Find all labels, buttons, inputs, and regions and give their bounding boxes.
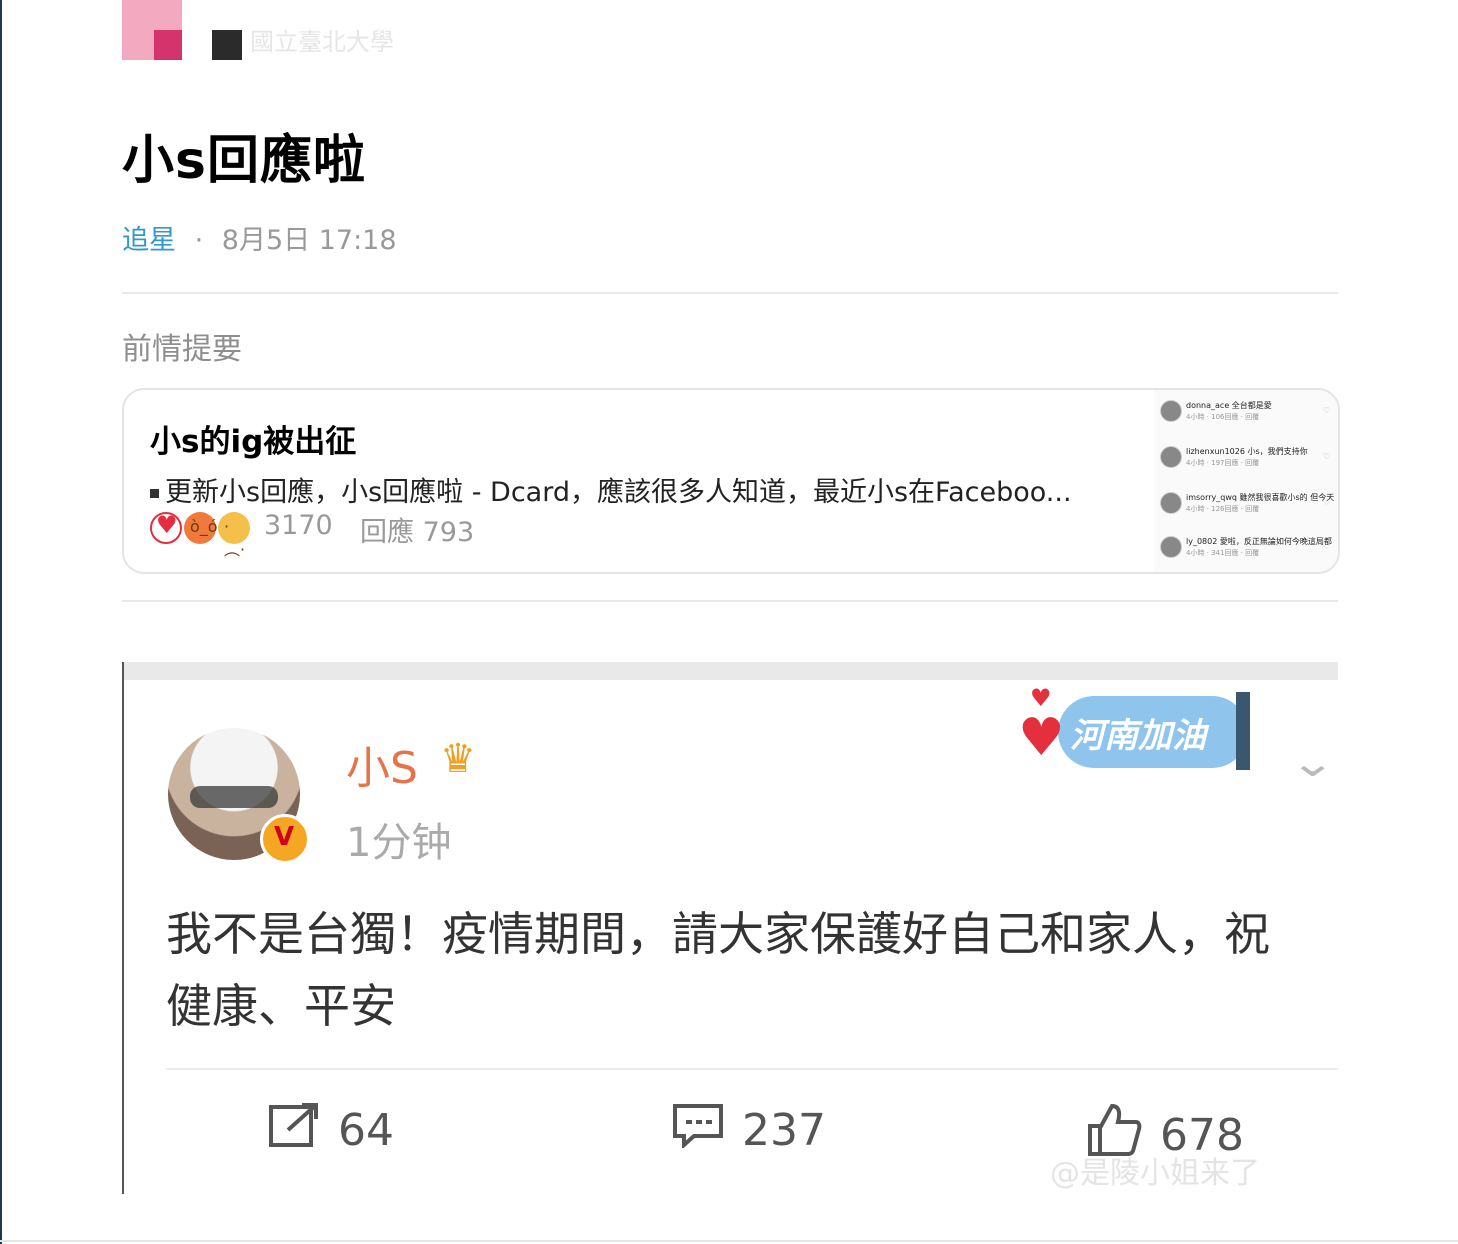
comment-user: ly_0802 愛啦，反正無論如何今晚這局都: [1186, 537, 1332, 546]
author-avatar[interactable]: [122, 0, 182, 60]
comment-action: 237: [672, 1102, 826, 1162]
linked-post-title: 小s的ig被出征: [150, 424, 357, 460]
thumbnail-comment: ly_0802 愛啦，反正無論如何今晚這局都 4小時 · 341回應 · 回覆 …: [1160, 534, 1332, 572]
heart-icon: ♡: [1322, 452, 1330, 461]
comment-user: lizhenxun1026 小s，我們支持你: [1186, 447, 1308, 456]
post-meta: 追星 · 8月5日 17:18: [122, 218, 397, 257]
screenshot-top-band: [122, 662, 1338, 680]
reply-count: 回應 793: [360, 517, 475, 548]
comment-meta: 4小時 · 197回應 · 回覆: [1186, 459, 1260, 467]
bullet-icon: [150, 489, 159, 498]
avatar-accent: [154, 30, 182, 60]
linked-post-excerpt: 更新小s回應，小s回應啦 - Dcard，應該很多人知道，最近小s在Facebo…: [150, 470, 1130, 509]
forum-link[interactable]: 追星: [122, 225, 176, 256]
thumbnail-comment: donna_ace 全台都是愛 4小時 · 106回應 · 回覆 ♡: [1160, 398, 1330, 436]
linked-post-thumbnail: donna_ace 全台都是愛 4小時 · 106回應 · 回覆 ♡ lizhe…: [1154, 390, 1338, 572]
tower-icon: [1236, 692, 1250, 770]
repost-count: 64: [338, 1105, 394, 1156]
angry-reaction-icon: ò_ó: [184, 512, 218, 544]
post-timestamp: 8月5日 17:18: [221, 225, 397, 256]
heart-reaction-icon: [150, 511, 182, 544]
sad-reaction-icon: ·︵·: [218, 512, 250, 559]
linked-post-excerpt-text: 更新小s回應，小s回應啦 - Dcard，應該很多人知道，最近小s在Facebo…: [165, 477, 1072, 508]
post-title: 小s回應啦: [122, 131, 366, 191]
verified-v-icon: [260, 814, 310, 864]
weibo-screenshot-image: 小S ♛ 1分钟 ♥ ♥ 河南加油 ⌄ 我不是台獨！疫情期間，請大家保護好自己和…: [122, 662, 1338, 1194]
weibo-divider: [166, 1068, 1338, 1070]
comment-meta: 4小時 · 341回應 · 回覆: [1186, 549, 1260, 557]
comment-avatar: [1160, 492, 1182, 514]
reaction-count: 3170: [264, 510, 333, 541]
heart-icon: ♡: [1322, 542, 1330, 551]
comment-avatar: [1160, 446, 1182, 468]
thumbnail-comment: lizhenxun1026 小s，我們支持你 4小時 · 197回應 · 回覆 …: [1160, 444, 1330, 482]
screenshot-left-border: [122, 662, 124, 1194]
heart-icon: ♡: [1322, 498, 1330, 507]
comment-avatar: [1160, 400, 1182, 422]
divider: [122, 292, 1338, 294]
linked-post-card[interactable]: 小s的ig被出征 更新小s回應，小s回應啦 - Dcard，應該很多人知道，最近…: [122, 388, 1340, 574]
bottom-divider: [0, 1240, 1458, 1242]
comment-user: donna_ace 全台都是愛: [1186, 401, 1272, 410]
heart-icon: ♡: [1322, 406, 1330, 415]
weibo-time: 1分钟: [346, 820, 452, 866]
henan-badge: ♥ ♥ 河南加油: [1018, 684, 1278, 782]
heart-icon: ♥: [1018, 708, 1065, 768]
meta-separator: ·: [194, 225, 204, 256]
weibo-username: 小S: [346, 743, 418, 794]
comment-meta: 4小時 · 126回應 · 回覆: [1186, 505, 1260, 513]
chevron-down-icon: ⌄: [1289, 740, 1337, 786]
comment-meta: 4小時 · 106回應 · 回覆: [1186, 413, 1260, 421]
reaction-summary: ò_ó ·︵· 3170 回應 793: [150, 510, 750, 559]
repost-action: 64: [268, 1102, 394, 1162]
comment-avatar: [1160, 536, 1182, 558]
section-label: 前情提要: [122, 332, 242, 367]
thumbnail-comment: imsorry_qwq 雖然我很喜歡小s的 但今天 4小時 · 126回應 · …: [1160, 490, 1334, 528]
small-heart-icon: ♥: [1030, 684, 1052, 712]
divider: [122, 600, 1338, 602]
avatar-sunglasses: [190, 786, 278, 808]
crown-icon: ♛: [440, 736, 476, 782]
comment-user: imsorry_qwq 雖然我很喜歡小s的 但今天: [1186, 493, 1335, 502]
weibo-post-text: 我不是台獨！疫情期間，請大家保護好自己和家人，祝 健康、平安: [166, 907, 1270, 1033]
weibo-watermark: @是陵小姐来了: [1050, 1156, 1260, 1191]
badge-text: 河南加油: [1070, 716, 1206, 756]
author-school-icon: [212, 30, 242, 60]
comment-count: 237: [742, 1105, 826, 1156]
author-name[interactable]: 國立臺北大學: [250, 22, 394, 57]
comment-icon: [672, 1102, 724, 1159]
share-icon: [268, 1102, 320, 1159]
window-left-edge: [0, 0, 2, 1244]
